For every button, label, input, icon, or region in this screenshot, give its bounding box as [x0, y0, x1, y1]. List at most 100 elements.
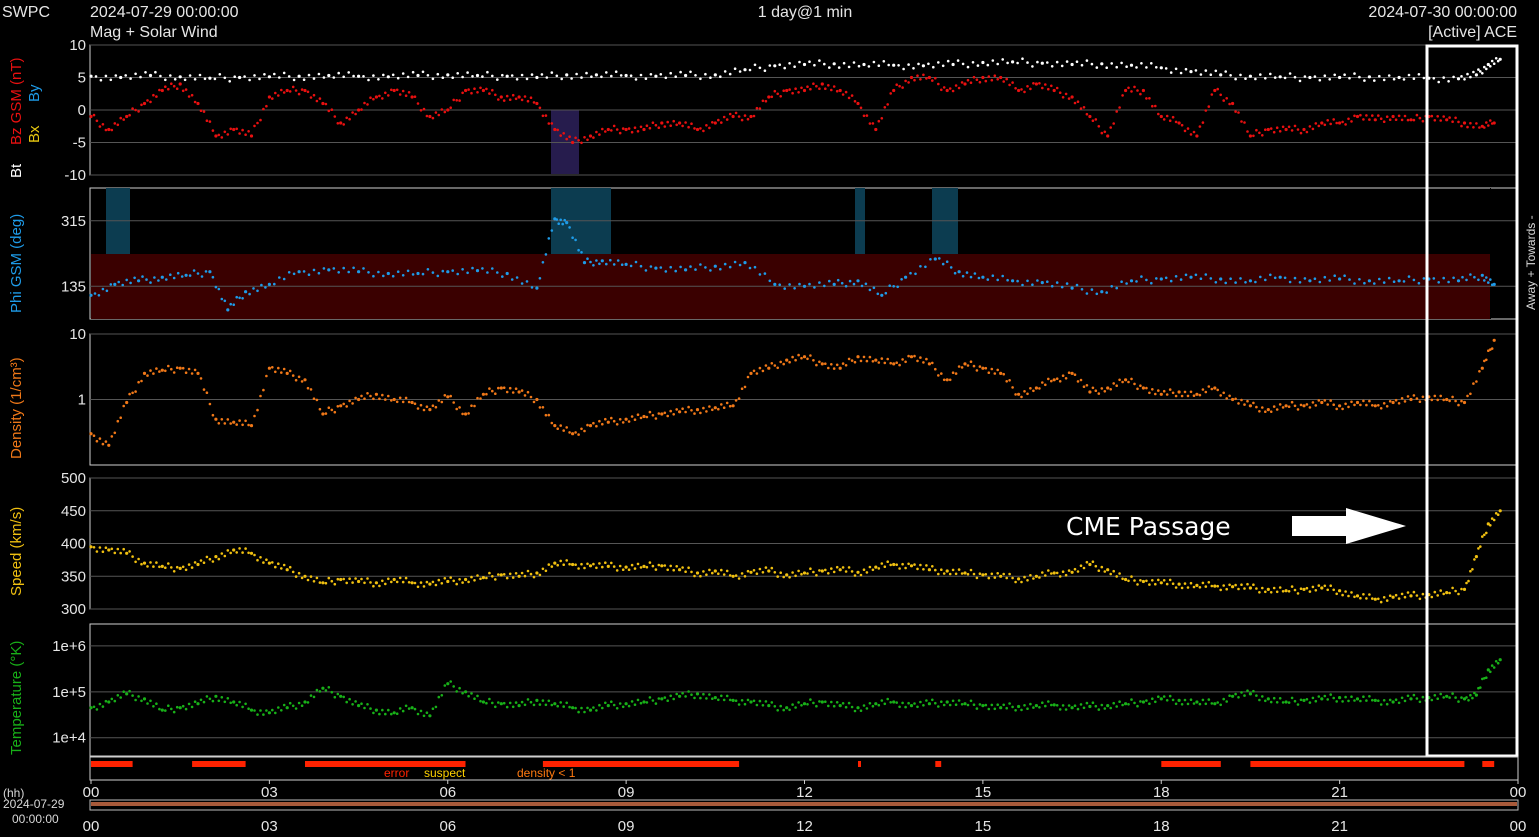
data-point	[1055, 60, 1059, 64]
data-point	[1005, 576, 1008, 580]
data-point	[451, 269, 455, 272]
data-point	[265, 709, 268, 712]
data-point	[752, 699, 756, 703]
y-tick-label: 135	[61, 278, 86, 295]
data-point	[1026, 61, 1029, 64]
data-point	[1204, 702, 1208, 706]
data-point	[175, 705, 179, 709]
data-point	[273, 282, 276, 286]
data-point	[601, 127, 604, 131]
data-point	[267, 282, 271, 286]
data-point	[1067, 97, 1071, 100]
data-point	[1055, 571, 1059, 575]
data-point	[1109, 572, 1112, 576]
data-point	[1422, 76, 1426, 80]
data-point	[1246, 130, 1249, 133]
data-point	[1008, 702, 1011, 705]
data-point	[345, 581, 349, 585]
data-point	[737, 115, 741, 118]
data-point	[663, 564, 667, 567]
data-point	[1332, 588, 1335, 592]
data-point	[241, 128, 244, 132]
data-point	[148, 73, 153, 78]
data-point	[307, 73, 311, 77]
data-point	[443, 577, 447, 580]
data-point	[748, 266, 752, 270]
data-point	[291, 704, 295, 708]
data-point	[131, 391, 134, 395]
data-point	[160, 275, 164, 279]
data-point	[568, 562, 571, 566]
data-point	[223, 422, 227, 425]
data-point	[494, 392, 497, 396]
data-point	[1088, 562, 1092, 567]
data-point	[229, 422, 232, 425]
data-point	[525, 77, 529, 81]
data-point	[214, 417, 218, 421]
data-point	[288, 565, 292, 569]
data-point	[675, 565, 678, 568]
data-point	[1216, 701, 1219, 704]
data-point	[1151, 104, 1154, 108]
data-point	[1490, 347, 1494, 350]
data-point	[1135, 66, 1138, 69]
data-point	[146, 702, 149, 705]
data-point	[782, 708, 785, 712]
data-point	[1302, 698, 1306, 703]
data-point	[451, 76, 455, 79]
data-point	[1314, 589, 1318, 592]
data-point	[598, 133, 601, 136]
data-point	[1266, 127, 1270, 132]
data-point	[158, 707, 161, 711]
data-point	[1466, 394, 1469, 398]
data-point	[763, 69, 767, 72]
data-point	[842, 61, 846, 65]
data-point	[1150, 281, 1153, 285]
data-point	[183, 78, 187, 82]
data-point	[1481, 535, 1484, 538]
data-point	[1044, 574, 1047, 577]
data-point	[633, 567, 637, 570]
data-point	[1231, 397, 1235, 402]
data-point	[1189, 698, 1193, 701]
data-point	[689, 265, 692, 268]
data-point	[568, 705, 571, 709]
data-point	[541, 699, 545, 702]
data-point	[134, 560, 137, 564]
data-point	[1002, 703, 1005, 707]
data-point	[1112, 569, 1115, 573]
data-point	[797, 91, 800, 94]
data-point	[672, 413, 675, 416]
data-point	[1362, 399, 1365, 403]
data-point	[963, 362, 967, 366]
data-point	[753, 63, 757, 67]
data-point	[1046, 61, 1049, 64]
data-point	[1409, 118, 1413, 122]
data-point	[1353, 595, 1356, 599]
data-point	[529, 572, 533, 576]
data-point	[717, 572, 720, 575]
data-point	[202, 388, 206, 391]
data-point	[722, 115, 726, 119]
data-point	[871, 568, 875, 572]
data-point	[1106, 134, 1110, 138]
data-point	[690, 693, 693, 696]
data-point	[678, 121, 682, 125]
data-point	[360, 702, 363, 705]
data-point	[924, 265, 927, 269]
data-point	[256, 121, 259, 125]
data-point	[532, 400, 536, 404]
data-point	[556, 563, 559, 567]
data-point	[847, 701, 851, 705]
data-point	[413, 581, 417, 585]
data-point	[585, 71, 588, 75]
data-point	[1105, 291, 1108, 294]
data-point	[1171, 391, 1175, 395]
data-point	[514, 387, 518, 391]
data-point	[865, 114, 869, 117]
data-point	[1382, 78, 1386, 82]
data-point	[684, 268, 688, 272]
data-point	[202, 700, 206, 704]
data-point	[990, 572, 994, 576]
data-point	[378, 712, 381, 716]
